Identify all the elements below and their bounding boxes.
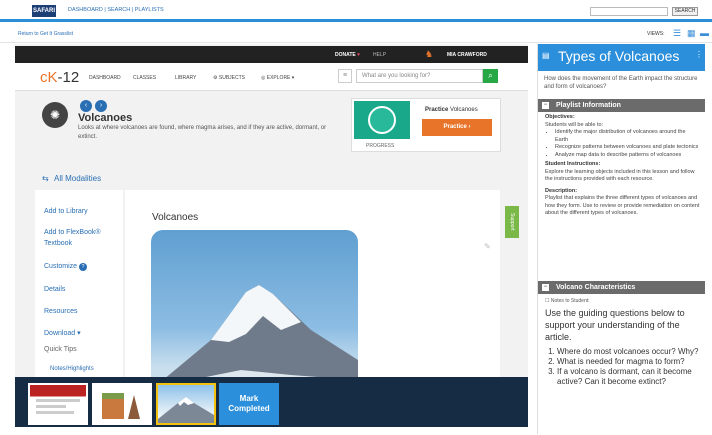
nav-library[interactable]: LIBRARY — [175, 75, 196, 81]
instructions-text: Explore the learning objects included in… — [545, 168, 695, 183]
objectives-list: Identify the major distribution of volca… — [555, 129, 700, 159]
add-to-flexbook-link[interactable]: Add to FlexBook® — [44, 228, 101, 238]
sub-bar: Return to Get It Grasslist VIEWS: ☰ ▦ ▬ — [0, 25, 712, 43]
playlist-filmstrip: Mark Completed — [15, 377, 528, 427]
web-page-thumbnail — [36, 399, 80, 414]
practice-button[interactable]: Practice › — [422, 119, 492, 136]
top-bar: SAFARI DASHBOARD | SEARCH | PLAYLISTS SE… — [0, 0, 712, 22]
pencil-icon[interactable]: ✎ — [484, 242, 498, 254]
donate-link[interactable]: DONATE ♥ — [335, 52, 360, 58]
notes-to-student-label: ☐ Notes to Student: — [545, 298, 590, 304]
next-concept-button[interactable]: › — [95, 100, 107, 112]
instructions-label: Student Instructions: — [545, 161, 601, 167]
help-link[interactable]: HELP — [373, 52, 386, 58]
return-link[interactable]: Return to Get It Grasslist — [18, 31, 73, 37]
playlist-panel: ▤ Types of Volcanoes ⋮ How does the move… — [537, 44, 705, 434]
top-search-input[interactable] — [590, 7, 668, 16]
playlist-info-body: Objectives: Students will be able to: Id… — [545, 114, 700, 218]
objectives-intro: Students will be able to: — [545, 121, 604, 128]
guiding-questions: Where do most volcanoes occur? Why? What… — [545, 347, 703, 387]
all-modalities-link[interactable]: ⇆ All Modalities — [42, 174, 101, 183]
lesson-viewer: DONATE ♥ HELP ♞ MIA CRAWFORD cK-12 DASHB… — [15, 44, 528, 427]
quick-tips-heading: Quick Tips — [44, 346, 77, 353]
back-arrow-icon: ⇆ — [42, 174, 49, 183]
download-link[interactable]: Download ▾ — [44, 329, 81, 339]
mark-completed-button[interactable]: Mark Completed — [219, 383, 279, 425]
previous-concept-button[interactable]: ‹ — [80, 100, 92, 112]
ck12-search-input[interactable]: What are you looking for? — [356, 69, 483, 83]
guiding-question: If a volcano is dormant, can it become a… — [557, 367, 703, 387]
volcano-characteristics-header[interactable]: − Volcano Characteristics — [538, 281, 705, 294]
playlist-thumbnail-3-selected[interactable] — [156, 383, 216, 425]
playlist-title: Types of Volcanoes — [558, 48, 680, 64]
nav-subjects[interactable]: ⚙ SUBJECTS — [213, 75, 245, 81]
list-view-icon[interactable]: ☰ — [673, 29, 683, 38]
ck12-nav-bar: cK-12 DASHBOARD CLASSES LIBRARY ⚙ SUBJEC… — [15, 63, 528, 91]
playlist-thumbnail-1[interactable] — [28, 383, 88, 425]
collapse-icon[interactable]: − — [542, 284, 549, 291]
playlist-header: ▤ Types of Volcanoes ⋮ — [538, 44, 705, 71]
add-to-library-link[interactable]: Add to Library — [44, 207, 88, 217]
article-title: Volcanoes — [152, 212, 199, 223]
notes-highlights-link[interactable]: Notes/Highlights — [50, 366, 94, 372]
guiding-question: What is needed for magma to form? — [557, 357, 703, 367]
document-icon: ▤ — [542, 51, 550, 60]
objective-item: Analyze map data to describe patterns of… — [555, 152, 700, 160]
practice-title: Practice Volcanoes — [425, 107, 478, 113]
volcano-characteristics-body: ☐ Notes to Student: Use the guiding ques… — [545, 298, 703, 387]
guiding-question: Where do most volcanoes occur? Why? — [557, 347, 703, 357]
nav-explore[interactable]: ◎ EXPLORE ▾ — [261, 75, 294, 81]
concept-title: Volcanoes — [78, 112, 133, 124]
practice-thumbnail — [354, 101, 410, 139]
progress-ring — [368, 106, 396, 134]
collapse-icon[interactable]: − — [542, 102, 549, 109]
filter-icon[interactable]: ≡ — [338, 69, 352, 83]
views-label: VIEWS: — [647, 31, 665, 37]
nav-dashboard[interactable]: DASHBOARD — [89, 75, 121, 81]
tile-view-icon[interactable]: ▬ — [700, 29, 710, 38]
safari-logo[interactable]: SAFARI — [32, 5, 56, 17]
top-search-button[interactable]: SEARCH — [672, 7, 698, 16]
essential-question: How does the movement of the Earth impac… — [544, 76, 698, 90]
progress-label: PROGRESS — [366, 143, 395, 149]
resources-link[interactable]: Resources — [44, 307, 77, 317]
volcano-thumbnail — [158, 397, 214, 423]
concept-description: Looks at where volcanoes are found, wher… — [78, 125, 327, 140]
textbook-link[interactable]: Textbook — [44, 239, 72, 249]
earth-layers-thumbnail — [102, 393, 140, 419]
support-tab[interactable]: Support — [505, 206, 519, 238]
description-label: Description: — [545, 187, 578, 194]
ck12-utility-bar: DONATE ♥ HELP ♞ MIA CRAWFORD — [15, 46, 528, 63]
description-text: Playlist that explains the three differe… — [545, 195, 700, 216]
objectives-label: Objectives: — [545, 114, 575, 120]
more-options-icon[interactable]: ⋮ — [695, 50, 703, 59]
playlist-thumbnail-2[interactable] — [92, 383, 152, 425]
volcano-concept-icon: ✺ — [42, 102, 68, 128]
objective-item: Recognize patterns between volcanoes and… — [555, 144, 700, 152]
nav-classes[interactable]: CLASSES — [133, 75, 156, 81]
customize-link[interactable]: Customize ? — [44, 262, 88, 272]
top-nav[interactable]: DASHBOARD | SEARCH | PLAYLISTS — [68, 7, 164, 13]
grid-view-icon[interactable]: ▦ — [687, 29, 697, 38]
practice-card: PROGRESS Practice Volcanoes Practice › — [351, 98, 501, 152]
user-avatar-icon[interactable]: ♞ — [425, 49, 435, 59]
objective-item: Identify the major distribution of volca… — [555, 129, 700, 144]
search-icon[interactable]: ⌕ — [483, 69, 498, 83]
guiding-text: Use the guiding questions below to suppo… — [545, 308, 685, 342]
playlist-info-header[interactable]: − Playlist Information — [538, 99, 705, 112]
username[interactable]: MIA CRAWFORD — [447, 52, 487, 58]
ck12-logo[interactable]: cK-12 — [40, 69, 79, 86]
details-link[interactable]: Details — [44, 285, 65, 295]
